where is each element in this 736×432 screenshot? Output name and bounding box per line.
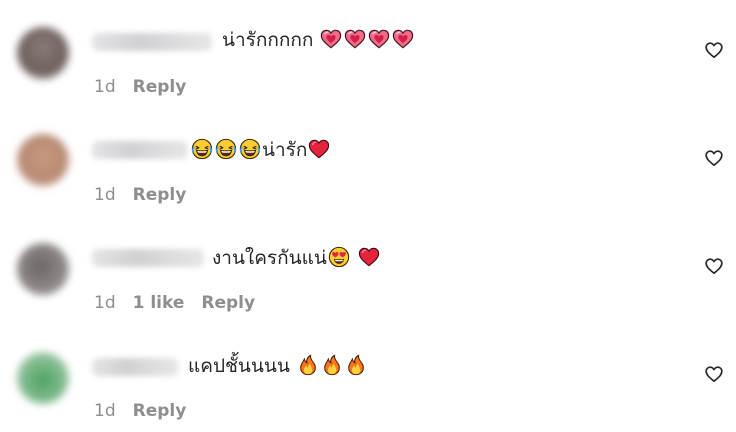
comment-time: 1d: [94, 185, 116, 205]
laughing-emoji: [191, 138, 213, 160]
reply-button[interactable]: Reply: [133, 401, 187, 421]
comment-body: งานใครกันแน่: [212, 247, 327, 269]
red-heart-emoji: [358, 246, 380, 268]
avatar[interactable]: [17, 27, 69, 79]
fire-emoji: [345, 354, 367, 376]
pink-heart-emoji: [320, 28, 342, 50]
comment-time: 1d: [94, 77, 116, 97]
comment-item: งานใครกันแน่ 1d 1 like Reply: [0, 216, 736, 324]
comment-item: น่ารัก 1d Reply: [0, 108, 736, 216]
comment-text: แคปชั้นนนน: [188, 354, 368, 378]
comment-body: น่ารักกกกก: [222, 29, 314, 51]
laughing-emoji: [239, 138, 261, 160]
pink-heart-emoji: [368, 28, 390, 50]
comment-item: แคปชั้นนนน 1d Reply: [0, 324, 736, 432]
reply-button[interactable]: Reply: [201, 293, 255, 313]
comment-body: น่ารัก: [262, 139, 308, 161]
username-blurred[interactable]: [92, 33, 212, 51]
pink-heart-emoji: [344, 28, 366, 50]
comment-text: น่ารักกกกก: [222, 28, 415, 52]
like-heart-icon[interactable]: [704, 148, 724, 168]
fire-emoji: [297, 354, 319, 376]
comment-meta: 1d 1 like Reply: [94, 293, 255, 313]
red-heart-emoji: [308, 138, 330, 160]
avatar[interactable]: [17, 243, 69, 295]
comment-meta: 1d Reply: [94, 185, 186, 205]
username-blurred[interactable]: [92, 141, 188, 159]
comment-text: น่ารัก: [190, 138, 331, 162]
comment-text: งานใครกันแน่: [212, 246, 381, 270]
comment-body: แคปชั้นนนน: [188, 355, 290, 377]
username-blurred[interactable]: [92, 249, 204, 267]
heart-eyes-emoji: [328, 246, 350, 268]
comment-time: 1d: [94, 293, 116, 313]
comment-meta: 1d Reply: [94, 77, 186, 97]
like-heart-icon[interactable]: [704, 256, 724, 276]
reply-button[interactable]: Reply: [133, 185, 187, 205]
like-count[interactable]: 1 like: [133, 293, 185, 313]
avatar[interactable]: [17, 352, 69, 404]
reply-button[interactable]: Reply: [133, 77, 187, 97]
like-heart-icon[interactable]: [704, 364, 724, 384]
pink-heart-emoji: [392, 28, 414, 50]
fire-emoji: [321, 354, 343, 376]
avatar[interactable]: [17, 134, 69, 186]
comment-item: น่ารักกกกก 1d Reply: [0, 0, 736, 108]
comment-time: 1d: [94, 401, 116, 421]
like-heart-icon[interactable]: [704, 40, 724, 60]
comment-meta: 1d Reply: [94, 401, 186, 421]
laughing-emoji: [215, 138, 237, 160]
username-blurred[interactable]: [92, 358, 178, 376]
